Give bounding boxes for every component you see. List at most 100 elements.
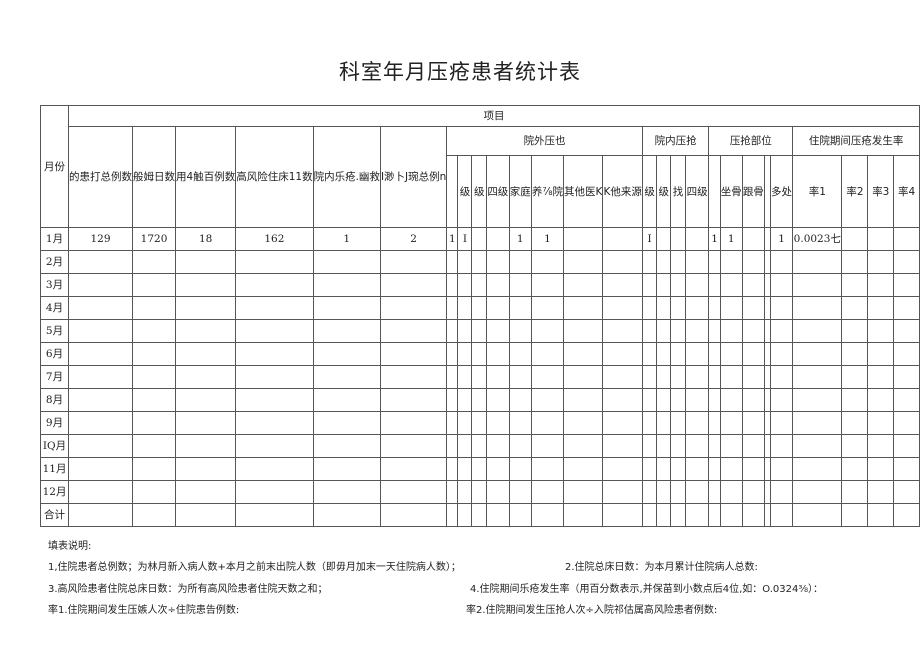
data-cell <box>457 319 473 343</box>
data-cell <box>641 503 658 527</box>
data-cell <box>684 388 710 412</box>
month-cell: 8月 <box>39 388 70 412</box>
data-cell <box>312 273 381 297</box>
month-cell: IQ月 <box>39 434 70 458</box>
data-cell <box>841 273 869 297</box>
data-cell <box>132 480 177 504</box>
data-cell <box>841 342 869 366</box>
data-cell <box>656 250 672 274</box>
data-cell <box>235 503 314 527</box>
data-cell <box>68 319 134 343</box>
data-cell <box>792 365 843 389</box>
data-cell <box>175 319 237 343</box>
data-cell <box>457 411 473 435</box>
data-cell <box>563 227 604 251</box>
data-cell <box>708 365 721 389</box>
data-cell <box>719 457 743 481</box>
data-cell <box>312 296 381 320</box>
data-cell <box>68 273 134 297</box>
data-cell <box>485 457 510 481</box>
data-cell <box>602 503 643 527</box>
data-cell <box>719 365 743 389</box>
data-cell <box>471 434 487 458</box>
data-cell <box>508 388 532 412</box>
note-rate-1: 率1.住院期间发生压嫉人次÷住院患告例数: <box>48 605 240 616</box>
data-cell <box>641 250 658 274</box>
data-cell <box>741 296 766 320</box>
data-cell <box>508 480 532 504</box>
data-cell <box>708 250 721 274</box>
data-cell <box>471 296 487 320</box>
data-cell <box>235 480 314 504</box>
data-cell <box>175 411 237 435</box>
data-cell <box>508 457 532 481</box>
data-cell <box>563 434 604 458</box>
data-cell <box>741 342 766 366</box>
month-cell: 5月 <box>39 319 70 343</box>
data-cell <box>132 388 177 412</box>
data-cell <box>235 296 314 320</box>
data-cell <box>175 457 237 481</box>
data-cell <box>769 365 794 389</box>
data-cell <box>563 480 604 504</box>
data-cell <box>867 273 895 297</box>
subcolumn-header-rate: 率3 <box>867 155 895 228</box>
subcolumn-header-rate: 率2 <box>841 155 869 228</box>
data-cell <box>175 296 237 320</box>
group-header-outside: 院外压也 <box>446 126 643 156</box>
data-cell: 1 <box>769 227 794 251</box>
data-cell <box>132 365 177 389</box>
data-cell <box>132 319 177 343</box>
data-cell <box>508 365 532 389</box>
subcolumn-header-outside: 其他医K <box>563 155 604 228</box>
data-cell <box>457 388 473 412</box>
data-cell <box>457 250 473 274</box>
statistics-table: 月份 项目 的患打总例数 般姆日数 用4触百例数 高风险住床11数 院内乐疮.幽救 I渺卜J琬… <box>39 105 920 527</box>
data-cell <box>656 365 672 389</box>
month-cell: 11月 <box>39 457 70 481</box>
data-cell <box>656 342 672 366</box>
data-cell <box>68 480 134 504</box>
data-cell <box>563 457 604 481</box>
data-cell <box>656 388 672 412</box>
data-cell <box>670 296 686 320</box>
data-cell <box>741 250 766 274</box>
data-cell <box>485 411 510 435</box>
data-cell <box>563 250 604 274</box>
column-header: 高风险住床11数 <box>235 126 314 228</box>
data-cell <box>641 273 658 297</box>
note-4: 4.住院期间乐疮发生率（用百分数表示,并保苗到小数点后4位,如：O.0324⅜）… <box>470 584 824 595</box>
subcolumn-header-outside: K他来源 <box>602 155 643 228</box>
data-cell <box>235 388 314 412</box>
data-cell <box>471 411 487 435</box>
data-cell <box>602 411 643 435</box>
page-title: 科室年月压疮患者统计表 <box>339 60 581 84</box>
data-cell <box>841 250 869 274</box>
data-cell <box>235 319 314 343</box>
data-cell <box>670 342 686 366</box>
data-cell: I <box>457 227 473 251</box>
project-header: 项目 <box>68 105 920 127</box>
data-cell <box>175 388 237 412</box>
data-cell <box>841 227 869 251</box>
data-cell <box>893 434 920 458</box>
data-cell <box>841 480 869 504</box>
data-cell <box>684 480 710 504</box>
data-cell <box>235 434 314 458</box>
data-cell <box>641 480 658 504</box>
data-cell <box>708 503 721 527</box>
table-row: 6月 <box>39 342 920 366</box>
data-cell <box>446 342 459 366</box>
data-cell <box>132 296 177 320</box>
data-cell <box>670 503 686 527</box>
month-cell: 合计 <box>39 503 70 527</box>
data-cell <box>132 457 177 481</box>
data-cell <box>792 319 843 343</box>
note-3: 3.高风险患者住院总床日数：为所有高风险患者住院天数之和； <box>48 584 328 595</box>
data-cell <box>379 296 448 320</box>
data-cell <box>670 388 686 412</box>
data-cell <box>708 388 721 412</box>
data-cell <box>656 319 672 343</box>
data-cell <box>741 319 766 343</box>
data-cell <box>741 457 766 481</box>
